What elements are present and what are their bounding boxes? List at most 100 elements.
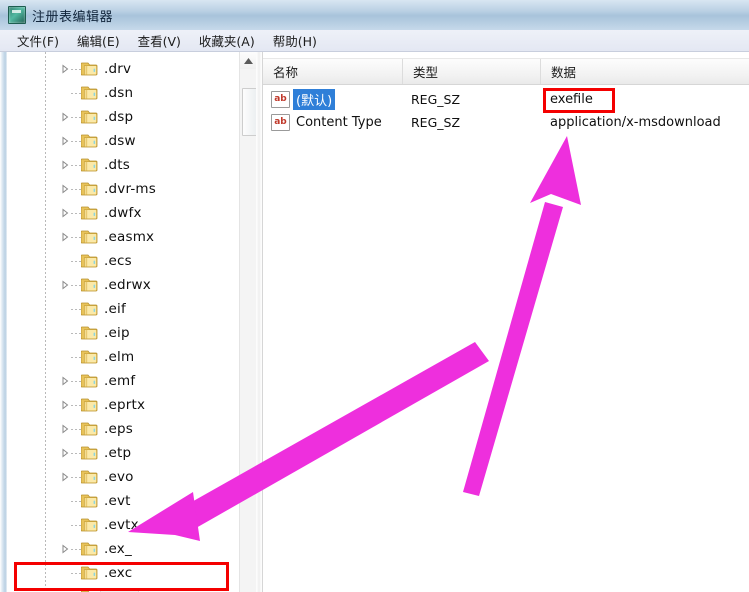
- window-title: 注册表编辑器: [32, 6, 113, 25]
- folder-icon: [81, 325, 99, 340]
- tree-item-label: .easmx: [104, 229, 154, 245]
- expand-arrow-icon[interactable]: [60, 472, 70, 482]
- folder-icon: [81, 397, 99, 412]
- expand-arrow-icon[interactable]: [60, 160, 70, 170]
- tree-item-dwfx[interactable]: .dwfx: [7, 201, 239, 225]
- tree-item-emf[interactable]: .emf: [7, 369, 239, 393]
- value-name: Content Type: [293, 114, 385, 131]
- menu-view[interactable]: 查看(V): [129, 29, 190, 52]
- expand-arrow-icon[interactable]: [60, 184, 70, 194]
- expand-arrow-icon[interactable]: [60, 376, 70, 386]
- tree-item-label: .dsn: [104, 85, 133, 101]
- expand-arrow-icon[interactable]: [60, 400, 70, 410]
- expand-arrow-icon[interactable]: [60, 280, 70, 290]
- value-data: exefile: [550, 92, 593, 107]
- registry-values-pane[interactable]: 名称 类型 数据 ab(默认) REG_SZ exefile abContent Ty…: [262, 52, 749, 592]
- folder-icon: [81, 301, 99, 316]
- tree-item-label: .eps: [104, 421, 133, 437]
- value-row[interactable]: ab(默认) REG_SZ exefile: [263, 88, 749, 111]
- folder-icon: [81, 181, 99, 196]
- string-value-icon: ab: [271, 114, 290, 131]
- expand-arrow-icon[interactable]: [60, 112, 70, 122]
- folder-icon: [81, 565, 99, 580]
- tree-item-evt[interactable]: .evt: [7, 489, 239, 513]
- menu-favorites[interactable]: 收藏夹(A): [190, 29, 264, 52]
- tree-item-ecs[interactable]: .ecs: [7, 249, 239, 273]
- expand-arrow-icon[interactable]: [60, 232, 70, 242]
- tree-item-elm[interactable]: .elm: [7, 345, 239, 369]
- tree-item-label: .drv: [104, 61, 131, 77]
- folder-icon: [81, 445, 99, 460]
- tree-item-easmx[interactable]: .easmx: [7, 225, 239, 249]
- tree-item-drv[interactable]: .drv: [7, 57, 239, 81]
- value-row[interactable]: abContent Type REG_SZ application/x-msdown…: [263, 111, 749, 134]
- tree-item-label: .elm: [104, 349, 134, 365]
- registry-editor-icon: [8, 6, 26, 24]
- expand-arrow-icon[interactable]: [60, 208, 70, 218]
- tree-item-dsw[interactable]: .dsw: [7, 129, 239, 153]
- tree-item-evtx[interactable]: .evtx: [7, 513, 239, 537]
- tree-item-label: .ecs: [104, 253, 132, 269]
- scroll-thumb[interactable]: [242, 88, 257, 136]
- tree-item-label: .etp: [104, 445, 131, 461]
- tree-item-label: .dts: [104, 157, 130, 173]
- tree-item-ex-[interactable]: .ex_: [7, 537, 239, 561]
- tree-item-dts[interactable]: .dts: [7, 153, 239, 177]
- tree-item-eif[interactable]: .eif: [7, 297, 239, 321]
- folder-icon: [81, 157, 99, 172]
- registry-tree-pane[interactable]: .drv .dsn .dsp .dsw .dts .dvr-ms .dwfx .easmx .e…: [7, 52, 239, 592]
- tree-item-label: .evtx: [104, 517, 139, 533]
- title-bar: 注册表编辑器: [0, 0, 749, 31]
- tree-item-label: .evo: [104, 469, 134, 485]
- tree-item-exe[interactable]: .exe: [7, 585, 239, 592]
- expand-arrow-icon[interactable]: [60, 136, 70, 146]
- value-type: REG_SZ: [411, 115, 460, 130]
- folder-icon: [81, 253, 99, 268]
- folder-icon: [81, 373, 99, 388]
- tree-item-label: .dwfx: [104, 205, 142, 221]
- tree-item-dvr-ms[interactable]: .dvr-ms: [7, 177, 239, 201]
- value-name: (默认): [293, 89, 335, 110]
- folder-icon: [81, 493, 99, 508]
- tree-item-label: .emf: [104, 373, 135, 389]
- value-type: REG_SZ: [411, 92, 460, 107]
- folder-icon: [81, 229, 99, 244]
- expand-arrow-icon[interactable]: [60, 64, 70, 74]
- string-value-icon: ab: [271, 91, 290, 108]
- registry-editor-window: 注册表编辑器 文件(F) 编辑(E) 查看(V) 收藏夹(A) 帮助(H) .d…: [0, 0, 749, 592]
- folder-icon: [81, 517, 99, 532]
- folder-icon: [81, 205, 99, 220]
- expand-arrow-icon[interactable]: [60, 424, 70, 434]
- scroll-up-arrow-icon[interactable]: [240, 52, 257, 69]
- expand-arrow-icon[interactable]: [60, 448, 70, 458]
- column-name[interactable]: 名称: [263, 59, 403, 84]
- window-left-edge: [0, 52, 7, 592]
- menu-help[interactable]: 帮助(H): [264, 29, 326, 52]
- list-column-headers: 名称 类型 数据: [263, 58, 749, 85]
- column-data[interactable]: 数据: [541, 59, 749, 84]
- folder-icon: [81, 541, 99, 556]
- tree-item-eps[interactable]: .eps: [7, 417, 239, 441]
- column-type[interactable]: 类型: [403, 59, 541, 84]
- folder-icon: [81, 61, 99, 76]
- main-content: .drv .dsn .dsp .dsw .dts .dvr-ms .dwfx .easmx .e…: [0, 52, 749, 592]
- tree-item-etp[interactable]: .etp: [7, 441, 239, 465]
- folder-icon: [81, 469, 99, 484]
- tree-item-eprtx[interactable]: .eprtx: [7, 393, 239, 417]
- menu-file[interactable]: 文件(F): [8, 29, 68, 52]
- value-data: application/x-msdownload: [550, 115, 721, 130]
- tree-item-evo[interactable]: .evo: [7, 465, 239, 489]
- tree-item-exc[interactable]: .exc: [7, 561, 239, 585]
- tree-item-dsn[interactable]: .dsn: [7, 81, 239, 105]
- expand-arrow-icon[interactable]: [60, 544, 70, 554]
- tree-item-label: .eif: [104, 301, 126, 317]
- folder-icon: [81, 349, 99, 364]
- tree-item-dsp[interactable]: .dsp: [7, 105, 239, 129]
- tree-item-edrwx[interactable]: .edrwx: [7, 273, 239, 297]
- tree-item-eip[interactable]: .eip: [7, 321, 239, 345]
- tree-item-label: .evt: [104, 493, 131, 509]
- tree-item-label: .edrwx: [104, 277, 151, 293]
- tree-item-label: .dsw: [104, 133, 136, 149]
- menu-edit[interactable]: 编辑(E): [68, 29, 129, 52]
- tree-item-label: .dvr-ms: [104, 181, 156, 197]
